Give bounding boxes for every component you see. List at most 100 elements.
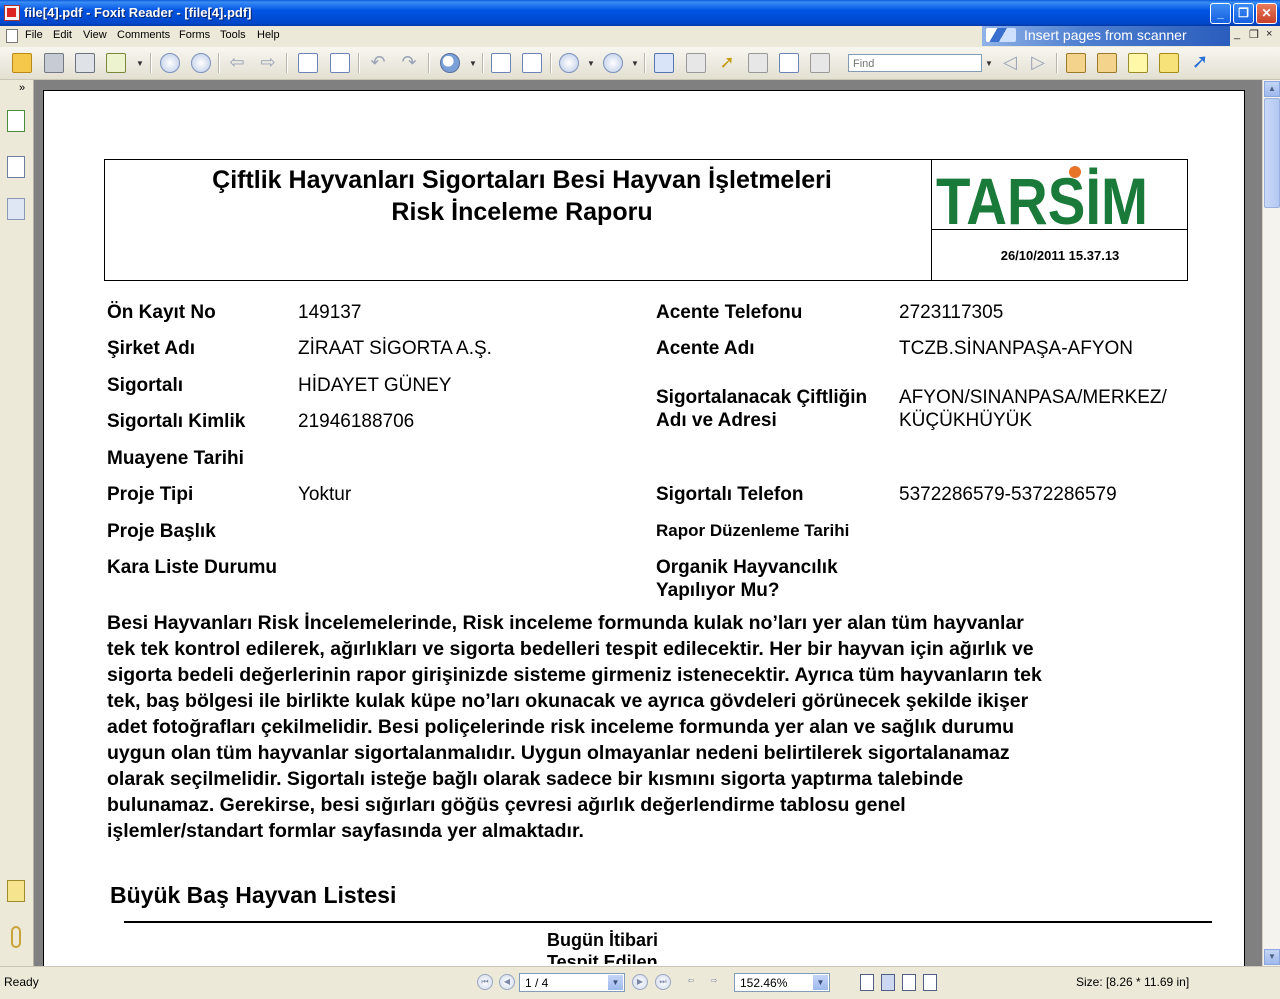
next-page-status-icon[interactable]: ▶	[632, 974, 648, 990]
label-sigortali-kimlik: Sigortalı Kimlik	[107, 411, 246, 432]
forward-view-icon[interactable]: ⇨	[706, 974, 722, 990]
back-arrow-icon[interactable]: ⇦	[227, 53, 247, 73]
pencil-icon[interactable]	[1066, 53, 1086, 73]
foxit-app-icon[interactable]	[4, 5, 20, 21]
close-button[interactable]: ✕	[1256, 3, 1277, 24]
last-page-icon[interactable]: ⏭	[655, 974, 671, 990]
tarsim-logo: TARSİM	[936, 166, 1148, 230]
undo-icon[interactable]: ↶	[368, 53, 388, 73]
text-select-icon[interactable]	[779, 53, 799, 73]
label-sigortali: Sigortalı	[107, 375, 184, 396]
value-ciftlik-adres-line2: KÜÇÜKHÜYÜK	[899, 410, 1033, 431]
extract-page-icon[interactable]	[330, 53, 350, 73]
redo-icon[interactable]: ↷	[399, 53, 419, 73]
insert-page-icon[interactable]	[298, 53, 318, 73]
find-previous-icon[interactable]: ◁	[1000, 53, 1020, 73]
zoom-out-dropdown-icon[interactable]: ▼	[587, 59, 595, 68]
layers-icon[interactable]	[7, 198, 25, 220]
menu-comments[interactable]: Comments	[117, 29, 170, 41]
menu-edit[interactable]: Edit	[53, 29, 72, 41]
label-proje-tipi: Proje Tipi	[107, 484, 194, 505]
mdi-minimize-button[interactable]: _	[1234, 28, 1240, 40]
page-number-field[interactable]: 1 / 4 ▼	[519, 973, 625, 992]
fit-page-icon[interactable]	[491, 53, 511, 73]
paragraph-line: işlemler/standart formlar sayfasında yer…	[107, 820, 584, 842]
scroll-up-icon[interactable]: ▲	[1264, 81, 1280, 97]
typewriter-icon[interactable]	[1128, 53, 1148, 73]
label-acente-telefonu: Acente Telefonu	[656, 302, 803, 323]
email-dropdown-icon[interactable]: ▼	[136, 59, 144, 68]
zoom-field[interactable]: 152.46% ▼	[734, 973, 830, 992]
insert-pages-banner[interactable]: Insert pages from scanner	[982, 26, 1230, 46]
facing-view-icon[interactable]	[902, 974, 916, 991]
menu-forms[interactable]: Forms	[179, 29, 210, 41]
zoom-dropdown-icon[interactable]: ▼	[469, 59, 477, 68]
comments-icon[interactable]	[7, 880, 25, 902]
zoom-out-icon[interactable]	[559, 53, 579, 73]
forward-arrow-icon[interactable]: ⇨	[258, 53, 278, 73]
page-dropdown-icon[interactable]: ▼	[608, 975, 623, 990]
label-rapor-duzenleme-tarihi: Rapor Düzenleme Tarihi	[656, 521, 850, 540]
back-view-icon[interactable]: ⇦	[683, 974, 699, 990]
animal-list-title: Büyük Baş Hayvan Listesi	[110, 882, 397, 908]
label-ciftlik-adi-line2: Adı ve Adresi	[656, 410, 777, 431]
vertical-scrollbar[interactable]: ▲ ▼	[1262, 80, 1280, 966]
find-next-icon[interactable]: ▷	[1028, 53, 1048, 73]
fit-width-icon[interactable]	[522, 53, 542, 73]
menu-help[interactable]: Help	[257, 29, 280, 41]
status-text: Ready	[4, 975, 39, 989]
select-text-icon[interactable]	[686, 53, 706, 73]
open-folder-icon[interactable]	[12, 53, 32, 73]
highlight-icon[interactable]	[1097, 53, 1117, 73]
bookmarks-icon[interactable]	[7, 110, 25, 132]
zoom-in-dropdown-icon[interactable]: ▼	[631, 59, 639, 68]
previous-page-icon[interactable]	[160, 53, 180, 73]
note-icon[interactable]	[1159, 53, 1179, 73]
label-organik-line2: Yapılıyor Mu?	[656, 580, 780, 601]
menu-file[interactable]: File	[25, 29, 43, 41]
next-page-icon[interactable]	[191, 53, 211, 73]
save-icon[interactable]	[44, 53, 64, 73]
zoom-in-icon[interactable]	[603, 53, 623, 73]
column-header-line1: Bugün İtibari	[547, 930, 658, 950]
mdi-close-button[interactable]: ×	[1266, 28, 1272, 40]
prev-page-icon[interactable]: ◀	[499, 974, 515, 990]
email-icon[interactable]	[106, 53, 126, 73]
window-title: file[4].pdf - Foxit Reader - [file[4].pd…	[24, 5, 252, 20]
instructions-paragraph: Besi Hayvanları Risk İncelemelerinde, Ri…	[107, 610, 1202, 844]
zoom-value: 152.46%	[740, 976, 788, 990]
report-title-line2: Risk İnceleme Raporu	[391, 198, 653, 226]
continuous-view-icon[interactable]	[881, 974, 895, 991]
value-on-kayit-no: 149137	[298, 302, 362, 323]
snapshot-icon[interactable]	[810, 53, 830, 73]
find-input[interactable]	[848, 54, 982, 72]
pages-icon[interactable]	[7, 156, 25, 178]
expand-panel-icon[interactable]: »	[19, 82, 25, 94]
paragraph-line: olarak seçilmelidir. Sigortalı isteğe ba…	[107, 768, 964, 790]
select-annotation-icon[interactable]: ➚	[717, 53, 737, 73]
zoom-tool-icon[interactable]	[440, 53, 460, 73]
first-page-icon[interactable]: ⏮	[477, 974, 493, 990]
binoculars-icon[interactable]	[748, 53, 768, 73]
scroll-down-icon[interactable]: ▼	[1264, 949, 1280, 965]
document-icon[interactable]	[6, 29, 18, 43]
report-datetime: 26/10/2011 15.37.13	[1000, 248, 1120, 263]
label-muayene-tarihi: Muayene Tarihi	[107, 448, 244, 469]
menu-view[interactable]: View	[83, 29, 107, 41]
maximize-button[interactable]: ❐	[1233, 3, 1254, 24]
zoom-dropdown-status-icon[interactable]: ▼	[813, 975, 828, 990]
minimize-button[interactable]: _	[1210, 3, 1231, 24]
arrow-tool-icon[interactable]: ➚	[1190, 52, 1210, 73]
attachments-icon[interactable]	[11, 926, 21, 948]
value-sigortali-kimlik: 21946188706	[298, 411, 415, 432]
mdi-restore-button[interactable]: ❐	[1249, 28, 1259, 41]
print-icon[interactable]	[75, 53, 95, 73]
hand-tool-icon[interactable]	[654, 53, 674, 73]
column-header: Bugün İtibari Tespit Edilen	[547, 929, 658, 964]
single-page-view-icon[interactable]	[860, 974, 874, 991]
continuous-facing-view-icon[interactable]	[923, 974, 937, 991]
find-dropdown-icon[interactable]: ▼	[985, 59, 993, 68]
label-proje-baslik: Proje Başlık	[107, 521, 216, 542]
menu-tools[interactable]: Tools	[220, 29, 246, 41]
scroll-thumb[interactable]	[1264, 98, 1280, 208]
